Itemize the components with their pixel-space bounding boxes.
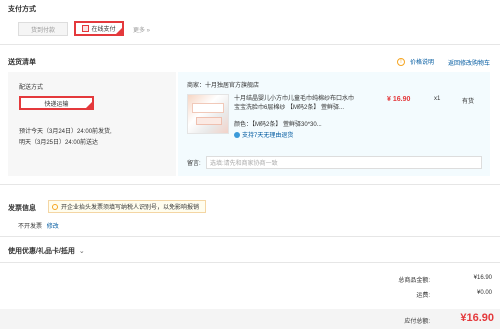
back-to-cart-link[interactable]: 返回修改购物车	[448, 58, 490, 67]
payment-more-link[interactable]: 更多 »	[133, 25, 150, 34]
shop-info: 商家：十月独居官方旗舰店	[187, 80, 259, 89]
total-goods-value: ¥16.90	[473, 275, 492, 281]
shipping-option-express-label: 快递运输	[44, 101, 69, 108]
product-price: ¥ 16.90	[387, 96, 411, 103]
return-policy: 支持7天无理由退货	[234, 130, 293, 139]
payable-value: ¥16.90	[460, 312, 494, 324]
memo-label: 留言:	[187, 161, 201, 167]
delivery-method-panel: 配送方式 快递运输 预计今天（3月24日）24:00前发货, 明天（3月25日）…	[8, 72, 176, 176]
invoice-type: 不开发票	[18, 224, 43, 230]
invoice-notice: 开企业抬头发票须填写纳税人识别号，以免影响报销	[48, 200, 206, 213]
price-note-label: 价格说明	[410, 60, 435, 66]
eta-ship-text: 预计今天（3月24日）24:00前发货,	[19, 129, 112, 135]
shipping-fee-value: ¥0.00	[476, 290, 492, 296]
eta-deliver-text: 明天（3月25日）24:00前送达	[19, 140, 99, 146]
product-stock-status: 有货	[462, 99, 475, 105]
price-note-link[interactable]: ! 价格说明	[397, 57, 434, 66]
product-color-label: 颜色：	[234, 122, 253, 128]
memo-input[interactable]: 选填:请先和商家协商一致	[206, 156, 482, 169]
invoice-section-title: 发票信息	[8, 205, 36, 212]
divider	[0, 236, 500, 237]
order-items-panel: 商家：十月独居官方旗舰店 十月结晶婴儿小方巾儿童毛巾纯棉纱布口水巾 宝宝洗脸巾6…	[178, 72, 490, 176]
invoice-value: 不开发票 修改	[18, 221, 59, 230]
shop-name[interactable]: 十月独居官方旗舰店	[205, 83, 259, 89]
payment-option-cod-label: 货到付款	[30, 27, 55, 34]
shipping-fee-label: 运费:	[416, 293, 430, 299]
product-quantity: x1	[434, 96, 441, 102]
product-thumbnail[interactable]	[187, 94, 229, 134]
return-policy-icon	[234, 131, 240, 138]
coupon-section-title: 使用优惠/礼品卡/抵用	[8, 248, 75, 255]
lightbulb-icon	[52, 203, 58, 210]
product-title-line2: 宝宝洗脸巾6层棉纱 【M码2条】 萱鲜驿...	[234, 105, 345, 111]
chevron-down-icon: ⌄	[78, 248, 85, 255]
product-title[interactable]: 十月结晶婴儿小方巾儿童毛巾纯棉纱布口水巾 宝宝洗脸巾6层棉纱 【M码2条】 萱鲜…	[234, 95, 384, 113]
delivery-method-label: 配送方式	[19, 85, 44, 91]
shop-label: 商家：	[187, 83, 206, 89]
product-color: 颜色：【M码2条】 萱鲜驿30*30...	[234, 119, 322, 128]
coupon-toggle[interactable]: 使用优惠/礼品卡/抵用 ⌄	[8, 246, 85, 256]
payable-bar: 应付总额: ¥16.90	[0, 309, 500, 329]
divider	[0, 44, 500, 45]
warning-icon: !	[397, 57, 405, 66]
product-title-line1: 十月结晶婴儿小方巾儿童毛巾纯棉纱布口水巾	[234, 96, 355, 102]
payment-option-cod[interactable]: 货到付款	[18, 22, 68, 36]
total-goods-label: 总商品金额:	[398, 278, 430, 284]
invoice-notice-text: 开企业抬头发票须填写纳税人识别号，以免影响报销	[61, 205, 200, 211]
shipping-option-express[interactable]: 快递运输	[19, 96, 94, 110]
payment-option-online[interactable]: 在线支付	[74, 21, 124, 36]
invoice-edit-link[interactable]: 修改	[47, 224, 59, 230]
payable-label: 应付总额:	[404, 319, 430, 325]
payment-section-title: 支付方式	[8, 6, 36, 13]
return-policy-label: 支持7天无理由退货	[242, 133, 294, 139]
credit-card-icon	[82, 25, 90, 32]
product-image-detail	[196, 117, 222, 125]
product-color-value: 【M码2条】 萱鲜驿30*30...	[252, 122, 322, 128]
product-image-detail	[192, 103, 224, 113]
divider	[0, 262, 500, 263]
divider	[0, 184, 500, 185]
delivery-section-title: 送货清单	[8, 59, 36, 66]
payment-option-online-label: 在线支付	[91, 27, 116, 33]
selected-corner-icon	[86, 102, 92, 108]
selected-corner-icon	[116, 28, 122, 34]
